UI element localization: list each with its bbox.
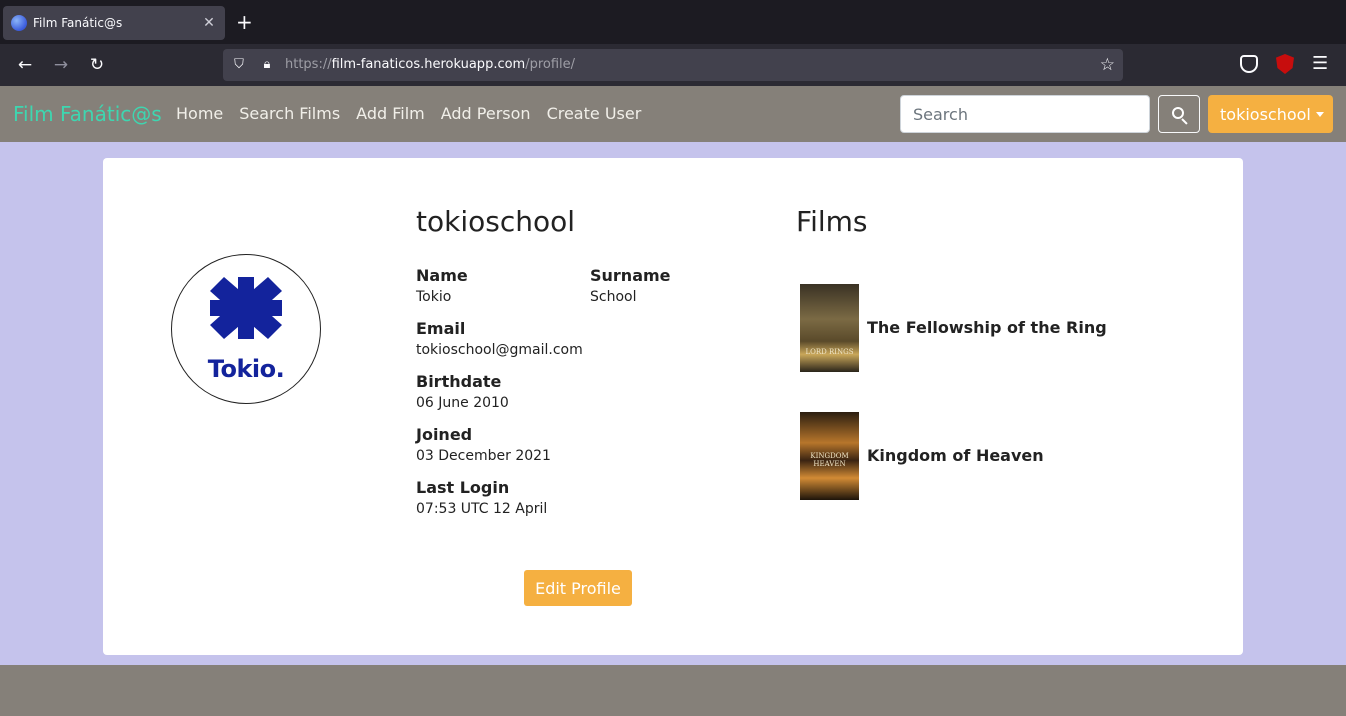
surname-label: Surname bbox=[590, 266, 671, 285]
url-bar[interactable]: ⛉ 🔒︎ https://film-fanaticos.herokuapp.co… bbox=[223, 49, 1123, 81]
avatar: Tokio. bbox=[171, 254, 321, 404]
nav-home[interactable]: Home bbox=[176, 104, 223, 123]
nav-add-person[interactable]: Add Person bbox=[441, 104, 531, 123]
edit-profile-button[interactable]: Edit Profile bbox=[524, 570, 632, 606]
site-navbar: Film Fanátic@s Home Search Films Add Fil… bbox=[0, 86, 1346, 142]
globe-favicon-icon bbox=[11, 15, 27, 31]
last-login-label: Last Login bbox=[416, 478, 510, 497]
birthdate-label: Birthdate bbox=[416, 372, 502, 391]
search-button[interactable] bbox=[1158, 95, 1200, 133]
browser-tab[interactable]: Film Fanátic@s ✕ bbox=[3, 6, 225, 40]
poster-caption: LORD RINGS bbox=[805, 348, 854, 356]
birthdate-value: 06 June 2010 bbox=[416, 395, 509, 411]
brand-link[interactable]: Film Fanátic@s bbox=[13, 102, 162, 126]
ublock-extension-icon[interactable] bbox=[1276, 54, 1294, 74]
name-label: Name bbox=[416, 266, 468, 285]
film-title[interactable]: The Fellowship of the Ring bbox=[867, 318, 1107, 337]
lock-icon[interactable]: 🔒︎ bbox=[259, 57, 275, 73]
caret-down-icon bbox=[1315, 111, 1324, 117]
email-label: Email bbox=[416, 319, 466, 338]
user-dropdown-label: tokioschool bbox=[1220, 104, 1311, 124]
url-text[interactable]: https://film-fanaticos.herokuapp.com/pro… bbox=[285, 57, 575, 72]
bookmark-star-icon[interactable]: ☆ bbox=[1100, 55, 1115, 75]
tokio-logo-icon bbox=[210, 277, 282, 339]
user-dropdown-button[interactable]: tokioschool bbox=[1208, 95, 1333, 133]
search-icon-handle bbox=[1181, 118, 1188, 125]
hamburger-menu-icon[interactable]: ☰ bbox=[1312, 54, 1328, 74]
name-value: Tokio bbox=[416, 289, 452, 305]
nav-links: Home Search Films Add Film Add Person Cr… bbox=[176, 104, 641, 123]
poster-caption: KINGDOM HEAVEN bbox=[810, 452, 849, 468]
close-tab-icon[interactable]: ✕ bbox=[201, 15, 217, 31]
profile-card: Tokio. tokioschool Name Tokio Surname Sc… bbox=[103, 158, 1243, 655]
joined-value: 03 December 2021 bbox=[416, 448, 551, 464]
films-heading: Films bbox=[796, 205, 868, 238]
tab-title: Film Fanátic@s bbox=[33, 16, 123, 30]
browser-tabbar: Film Fanátic@s ✕ + bbox=[0, 0, 1346, 44]
page-footer bbox=[0, 665, 1346, 716]
new-tab-icon[interactable]: + bbox=[236, 12, 253, 32]
film-title[interactable]: Kingdom of Heaven bbox=[867, 446, 1044, 465]
forward-arrow-icon[interactable]: → bbox=[49, 54, 73, 76]
film-item[interactable]: LORD RINGS The Fellowship of the Ring bbox=[800, 284, 1220, 372]
browser-toolbar: ← → ↻ ⛉ 🔒︎ https://film-fanaticos.heroku… bbox=[0, 44, 1346, 86]
back-arrow-icon[interactable]: ← bbox=[13, 54, 37, 76]
nav-create-user[interactable]: Create User bbox=[547, 104, 642, 123]
nav-add-film[interactable]: Add Film bbox=[356, 104, 425, 123]
avatar-logo-text: Tokio. bbox=[207, 355, 285, 383]
last-login-value: 07:53 UTC 12 April bbox=[416, 501, 548, 517]
surname-value: School bbox=[590, 289, 637, 305]
joined-label: Joined bbox=[416, 425, 473, 444]
reload-icon[interactable]: ↻ bbox=[85, 54, 109, 76]
pocket-icon[interactable] bbox=[1240, 55, 1258, 73]
nav-search-films[interactable]: Search Films bbox=[239, 104, 340, 123]
profile-username: tokioschool bbox=[416, 205, 576, 238]
email-value: tokioschool@gmail.com bbox=[416, 342, 583, 358]
search-input[interactable] bbox=[900, 95, 1150, 133]
film-item[interactable]: KINGDOM HEAVEN Kingdom of Heaven bbox=[800, 412, 1220, 500]
shield-icon[interactable]: ⛉ bbox=[231, 57, 247, 73]
film-poster[interactable]: LORD RINGS bbox=[800, 284, 859, 372]
film-poster[interactable]: KINGDOM HEAVEN bbox=[800, 412, 859, 500]
